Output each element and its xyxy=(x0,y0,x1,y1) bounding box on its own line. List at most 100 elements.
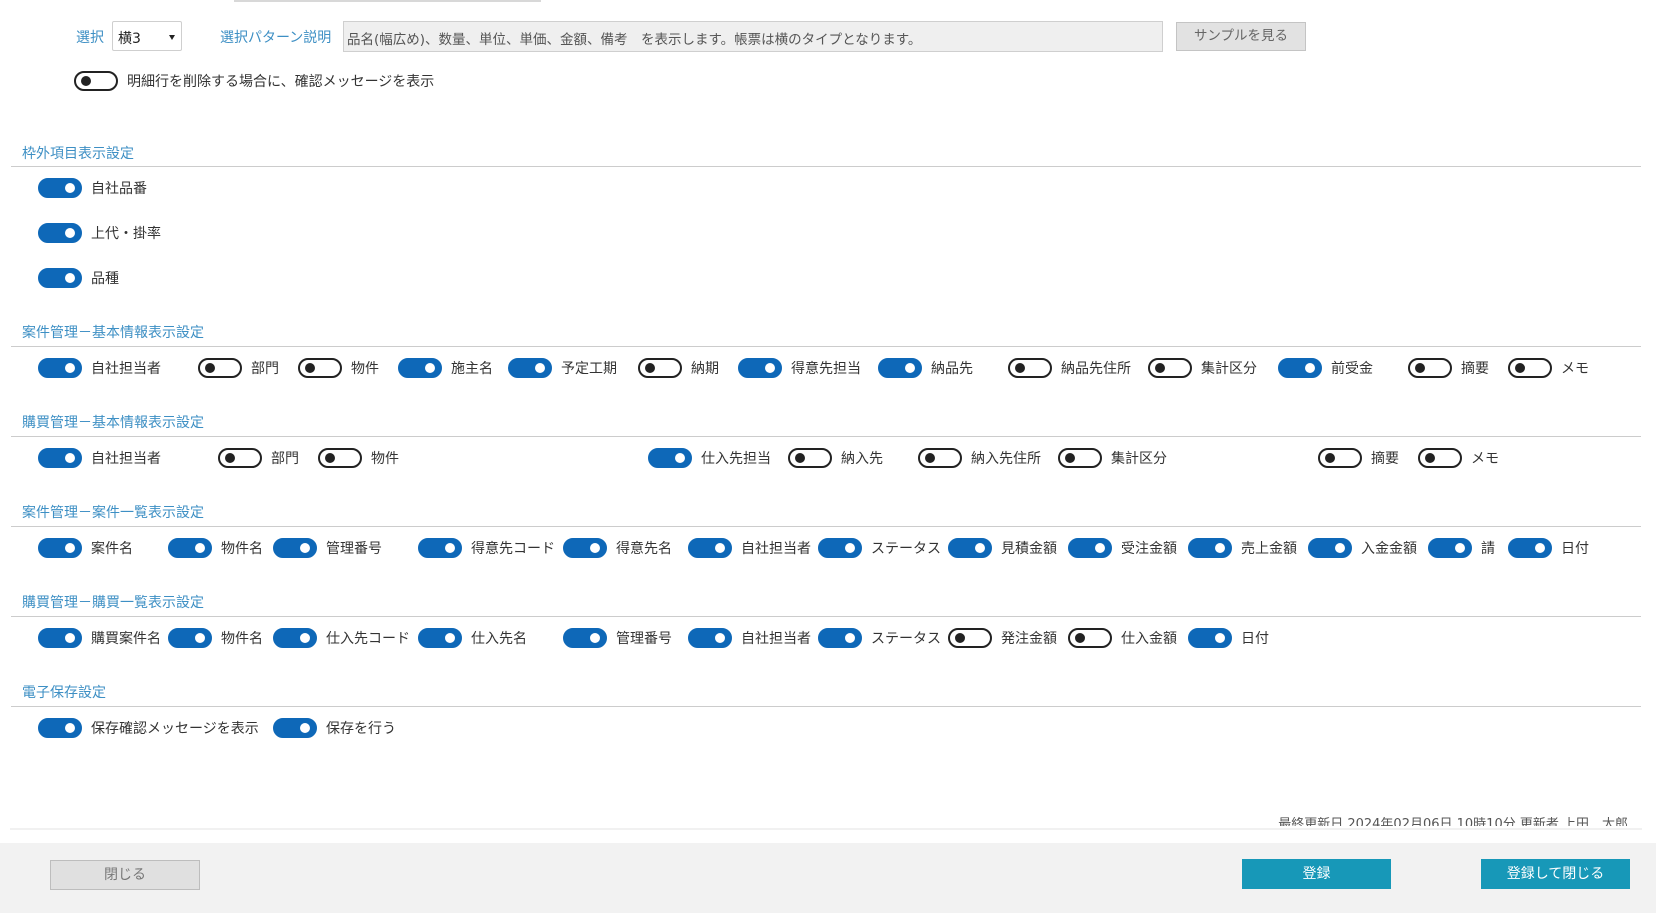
setting-toggle[interactable]: 仕入先コード xyxy=(273,627,410,649)
setting-toggle[interactable]: 物件名 xyxy=(168,627,263,649)
toggle-switch[interactable] xyxy=(418,628,462,648)
setting-toggle[interactable]: メモ xyxy=(1508,357,1589,379)
toggle-switch[interactable] xyxy=(1318,448,1362,468)
toggle-switch[interactable] xyxy=(398,358,442,378)
toggle-switch[interactable] xyxy=(1148,358,1192,378)
setting-toggle[interactable]: 請 xyxy=(1428,537,1495,559)
toggle-switch[interactable] xyxy=(38,268,82,288)
setting-toggle[interactable]: 予定工期 xyxy=(508,357,617,379)
toggle-switch[interactable] xyxy=(1418,448,1462,468)
toggle-switch[interactable] xyxy=(218,448,262,468)
toggle-switch[interactable] xyxy=(168,538,212,558)
confirm-delete-toggle[interactable]: 明細行を削除する場合に、確認メッセージを表示 xyxy=(74,70,434,92)
setting-toggle[interactable]: 自社品番 xyxy=(38,177,147,199)
setting-toggle[interactable]: 物件 xyxy=(298,357,379,379)
toggle-switch[interactable] xyxy=(818,538,862,558)
toggle-switch[interactable] xyxy=(1278,358,1322,378)
toggle-switch[interactable] xyxy=(563,538,607,558)
toggle-switch[interactable] xyxy=(648,448,692,468)
setting-toggle[interactable]: 保存を行う xyxy=(273,717,396,739)
setting-toggle[interactable]: 部門 xyxy=(198,357,279,379)
setting-toggle[interactable]: 管理番号 xyxy=(563,627,672,649)
toggle-switch[interactable] xyxy=(74,71,118,91)
setting-toggle[interactable]: 仕入先名 xyxy=(418,627,527,649)
setting-toggle[interactable]: 得意先コード xyxy=(418,537,555,559)
setting-toggle[interactable]: 納品先住所 xyxy=(1008,357,1131,379)
setting-toggle[interactable]: 仕入金額 xyxy=(1068,627,1177,649)
setting-toggle[interactable]: 摘要 xyxy=(1408,357,1489,379)
toggle-switch[interactable] xyxy=(878,358,922,378)
toggle-switch[interactable] xyxy=(38,628,82,648)
toggle-switch[interactable] xyxy=(1508,358,1552,378)
toggle-switch[interactable] xyxy=(738,358,782,378)
setting-toggle[interactable]: 発注金額 xyxy=(948,627,1057,649)
toggle-switch[interactable] xyxy=(508,358,552,378)
toggle-switch[interactable] xyxy=(198,358,242,378)
toggle-switch[interactable] xyxy=(38,223,82,243)
toggle-switch[interactable] xyxy=(273,538,317,558)
toggle-switch[interactable] xyxy=(38,538,82,558)
toggle-switch[interactable] xyxy=(688,538,732,558)
toggle-switch[interactable] xyxy=(1068,538,1112,558)
register-button[interactable]: 登録 xyxy=(1242,859,1391,889)
toggle-switch[interactable] xyxy=(38,448,82,468)
setting-toggle[interactable]: 得意先名 xyxy=(563,537,672,559)
setting-toggle[interactable]: ステータス xyxy=(818,627,941,649)
setting-toggle[interactable]: 売上金額 xyxy=(1188,537,1297,559)
setting-toggle[interactable]: 上代・掛率 xyxy=(38,222,161,244)
setting-toggle[interactable]: 自社担当者 xyxy=(38,447,161,469)
setting-toggle[interactable]: 納期 xyxy=(638,357,719,379)
setting-toggle[interactable]: 施主名 xyxy=(398,357,493,379)
setting-toggle[interactable]: 集計区分 xyxy=(1058,447,1167,469)
setting-toggle[interactable]: 自社担当者 xyxy=(688,537,811,559)
setting-toggle[interactable]: 購買案件名 xyxy=(38,627,161,649)
setting-toggle[interactable]: 受注金額 xyxy=(1068,537,1177,559)
setting-toggle[interactable]: 納入先住所 xyxy=(918,447,1041,469)
toggle-switch[interactable] xyxy=(418,538,462,558)
toggle-switch[interactable] xyxy=(38,358,82,378)
toggle-switch[interactable] xyxy=(168,628,212,648)
toggle-switch[interactable] xyxy=(1428,538,1472,558)
setting-toggle[interactable]: ステータス xyxy=(818,537,941,559)
setting-toggle[interactable]: 案件名 xyxy=(38,537,133,559)
toggle-switch[interactable] xyxy=(273,628,317,648)
toggle-switch[interactable] xyxy=(1508,538,1552,558)
toggle-switch[interactable] xyxy=(818,628,862,648)
setting-toggle[interactable]: 前受金 xyxy=(1278,357,1373,379)
setting-toggle[interactable]: 見積金額 xyxy=(948,537,1057,559)
toggle-switch[interactable] xyxy=(318,448,362,468)
toggle-switch[interactable] xyxy=(38,718,82,738)
toggle-switch[interactable] xyxy=(948,538,992,558)
setting-toggle[interactable]: 物件 xyxy=(318,447,399,469)
setting-toggle[interactable]: 日付 xyxy=(1508,537,1589,559)
toggle-switch[interactable] xyxy=(273,718,317,738)
toggle-switch[interactable] xyxy=(948,628,992,648)
toggle-switch[interactable] xyxy=(1188,628,1232,648)
toggle-switch[interactable] xyxy=(688,628,732,648)
toggle-switch[interactable] xyxy=(1308,538,1352,558)
toggle-switch[interactable] xyxy=(1008,358,1052,378)
toggle-switch[interactable] xyxy=(38,178,82,198)
setting-toggle[interactable]: 得意先担当 xyxy=(738,357,861,379)
view-sample-button[interactable]: サンプルを見る xyxy=(1176,22,1306,51)
setting-toggle[interactable]: 入金金額 xyxy=(1308,537,1417,559)
setting-toggle[interactable]: 管理番号 xyxy=(273,537,382,559)
setting-toggle[interactable]: 納品先 xyxy=(878,357,973,379)
setting-toggle[interactable]: 集計区分 xyxy=(1148,357,1257,379)
setting-toggle[interactable]: 自社担当者 xyxy=(38,357,161,379)
toggle-switch[interactable] xyxy=(1068,628,1112,648)
setting-toggle[interactable]: 納入先 xyxy=(788,447,883,469)
toggle-switch[interactable] xyxy=(788,448,832,468)
toggle-switch[interactable] xyxy=(918,448,962,468)
setting-toggle[interactable]: 日付 xyxy=(1188,627,1269,649)
toggle-switch[interactable] xyxy=(1058,448,1102,468)
toggle-switch[interactable] xyxy=(1408,358,1452,378)
toggle-switch[interactable] xyxy=(298,358,342,378)
pattern-select[interactable]: 横3 xyxy=(112,21,182,51)
setting-toggle[interactable]: メモ xyxy=(1418,447,1499,469)
setting-toggle[interactable]: 摘要 xyxy=(1318,447,1399,469)
toggle-switch[interactable] xyxy=(1188,538,1232,558)
close-button[interactable]: 閉じる xyxy=(50,860,200,890)
setting-toggle[interactable]: 保存確認メッセージを表示 xyxy=(38,717,259,739)
toggle-switch[interactable] xyxy=(563,628,607,648)
